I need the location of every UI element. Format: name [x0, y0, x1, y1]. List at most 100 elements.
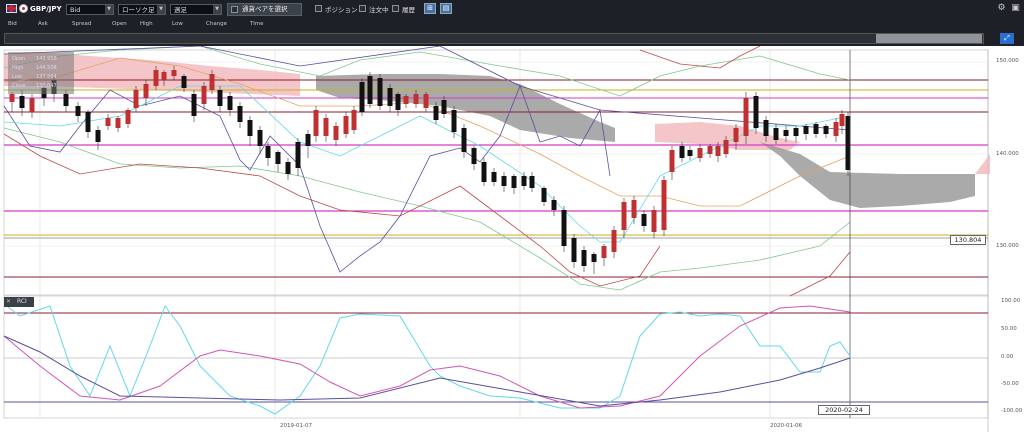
- candle-bear: [451, 110, 457, 132]
- crosshair-date-tag: 2020-02-24: [818, 405, 870, 415]
- candle-bear: [591, 254, 597, 262]
- legend-spread: Spread: [72, 21, 92, 27]
- candle-bull: [105, 118, 111, 126]
- price-axis-label: 150.000: [996, 58, 1019, 64]
- candle-bear: [687, 150, 693, 156]
- legend-high: High: [140, 21, 153, 27]
- candle-bear: [521, 176, 527, 186]
- candle-bear: [461, 128, 467, 152]
- candle-bull: [403, 96, 409, 104]
- chart-type-value: ローソク足: [122, 6, 155, 14]
- ohlc-open-label: Open: [12, 56, 26, 62]
- ohlc-high-label: High: [12, 65, 24, 71]
- candle-bull: [29, 98, 35, 112]
- close-panel-icon[interactable]: ✕: [6, 297, 11, 307]
- candle-bear: [63, 94, 69, 106]
- rci-axis-label: 0.00: [1001, 354, 1014, 360]
- price-type-value: Bid: [70, 6, 81, 14]
- candle-bear: [529, 176, 535, 188]
- candle-bull: [715, 146, 721, 156]
- candle-bull: [333, 126, 339, 140]
- candle-bear: [359, 82, 365, 112]
- candle-bull: [601, 246, 607, 258]
- dropdown-arrow-icon: ▼: [157, 5, 165, 14]
- chart-layout-icon[interactable]: ▤: [440, 3, 452, 14]
- candle-bear: [377, 78, 383, 106]
- candle-bull: [423, 94, 429, 108]
- ohlc-info-box: Open 143.958 High 144.508 Low 137.564 Cl…: [8, 52, 74, 94]
- candle-bull: [133, 90, 139, 108]
- orders-checkbox[interactable]: [359, 5, 366, 12]
- price-axis-label: 140.000: [996, 151, 1019, 157]
- candle-bull: [171, 70, 177, 76]
- candle-bear: [763, 120, 769, 136]
- candle-bull: [631, 200, 637, 218]
- price-type-select[interactable]: Bid ▼: [66, 4, 114, 15]
- candle-bull: [153, 70, 159, 86]
- candle-bull: [343, 116, 349, 134]
- symbol-label: GBP/JPY: [30, 5, 62, 13]
- chart-type-select[interactable]: ローソク足 ▼: [118, 4, 166, 15]
- candle-bear: [773, 128, 779, 140]
- candle-bear: [441, 100, 447, 114]
- date-axis-label: 2020-01-06: [770, 423, 802, 429]
- candle-bear: [257, 130, 263, 146]
- rci-plot-area: [3, 295, 989, 419]
- legend-change: Change: [206, 21, 228, 27]
- chart-menu-icon[interactable]: ▣: [1010, 3, 1021, 14]
- orders-label: 注文中: [369, 6, 389, 14]
- candle-bull: [723, 140, 729, 154]
- candle-bull: [209, 74, 215, 90]
- candle-bull: [661, 180, 667, 230]
- history-checkbox[interactable]: [392, 5, 399, 12]
- candle-bull: [413, 94, 419, 104]
- candle-bull: [143, 84, 149, 98]
- legend-time: Time: [250, 21, 264, 27]
- candle-bear: [285, 162, 291, 174]
- uk-flag-icon: [6, 4, 17, 13]
- rci-label: RCI: [17, 298, 27, 305]
- candle-bear: [181, 76, 187, 88]
- candle-bull: [351, 110, 357, 130]
- candle-bull: [161, 72, 167, 80]
- ohlc-high-value: 144.508: [36, 65, 57, 71]
- candle-bear: [265, 146, 271, 158]
- candle-bear: [75, 106, 81, 116]
- legend-ask: Ask: [38, 21, 48, 27]
- candle-bear: [191, 94, 197, 116]
- period-select[interactable]: 週足 ▼: [170, 4, 222, 15]
- dropdown-arrow-icon: ▼: [213, 5, 221, 14]
- candle-bear: [367, 76, 373, 104]
- position-label: ポジション: [325, 6, 358, 14]
- navigator-scroll[interactable]: [4, 33, 984, 44]
- price-chart[interactable]: [0, 46, 1024, 432]
- position-checkbox[interactable]: [315, 5, 322, 12]
- candle-bull: [621, 202, 627, 230]
- candle-bear: [783, 130, 789, 136]
- history-label: 履歴: [402, 6, 415, 14]
- expand-icon[interactable]: ⤢: [1000, 33, 1014, 44]
- ohlc-low-label: Low: [12, 74, 22, 80]
- candle-bear: [551, 200, 557, 210]
- settings-gear-icon[interactable]: ⚙: [996, 3, 1007, 14]
- candle-bear: [561, 210, 567, 246]
- candle-bear: [19, 96, 25, 108]
- navigator-thumb[interactable]: [876, 34, 982, 43]
- candle-bear: [247, 120, 253, 136]
- current-price-tag: 130.804: [950, 235, 986, 245]
- candle-bull: [669, 150, 675, 172]
- candle-bear: [481, 162, 487, 182]
- candle-bull: [201, 86, 207, 104]
- candle-bear: [679, 146, 685, 158]
- select-pair-button[interactable]: 通貨ペアを選択: [227, 3, 302, 16]
- candle-bear: [753, 96, 759, 128]
- candle-bear: [823, 126, 829, 134]
- candle-bull: [833, 122, 839, 136]
- candle-bear: [295, 142, 301, 168]
- candle-bear: [541, 188, 547, 202]
- candle-bear: [227, 96, 233, 110]
- chart-tool-icon[interactable]: ⊞: [424, 3, 436, 14]
- candle-bear: [803, 126, 809, 134]
- dropdown-arrow-icon: ▼: [105, 5, 113, 14]
- candle-bear: [501, 176, 507, 186]
